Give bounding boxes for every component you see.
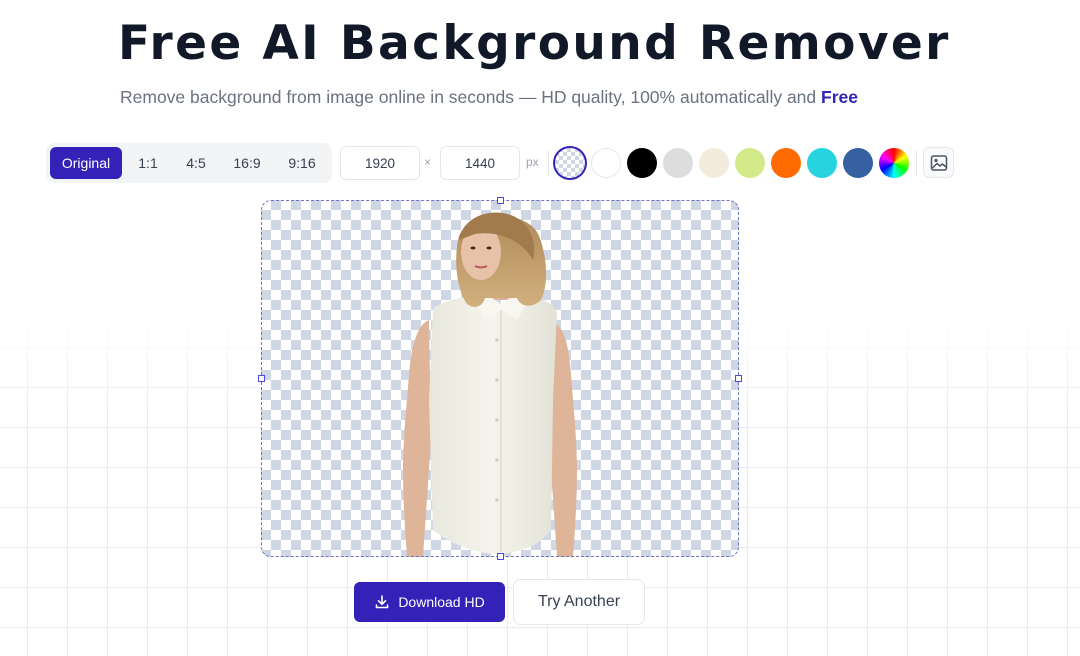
swatch-cyan[interactable] xyxy=(807,148,837,178)
ratio-1-1-button[interactable]: 1:1 xyxy=(130,147,166,179)
page-title: Free AI Background Remover xyxy=(118,16,951,71)
page-subtitle: Remove background from image online in s… xyxy=(120,86,1020,108)
dimension-separator: × xyxy=(424,155,432,169)
download-icon xyxy=(376,595,389,609)
aspect-ratio-selector: Original 1:1 4:5 16:9 9:16 xyxy=(46,143,332,183)
crop-handle-bottom[interactable] xyxy=(497,553,504,560)
swatch-orange[interactable] xyxy=(771,148,801,178)
preview-canvas[interactable] xyxy=(261,200,739,557)
crop-handle-left[interactable] xyxy=(258,375,265,382)
swatch-black[interactable] xyxy=(627,148,657,178)
subtitle-free-highlight: Free xyxy=(821,87,858,107)
image-icon xyxy=(930,154,947,171)
width-input[interactable] xyxy=(340,146,420,180)
crop-handle-right[interactable] xyxy=(735,375,742,382)
toolbar-divider xyxy=(916,150,917,176)
swatch-white[interactable] xyxy=(591,148,621,178)
subject-cutout-image xyxy=(403,212,577,557)
swatch-blue[interactable] xyxy=(843,148,873,178)
download-hd-label: Download HD xyxy=(398,594,485,610)
subtitle-text: Remove background from image online in s… xyxy=(120,87,817,107)
try-another-label: Try Another xyxy=(537,593,621,610)
try-another-button[interactable]: Try Another xyxy=(513,579,645,625)
ratio-4-5-button[interactable]: 4:5 xyxy=(176,147,216,179)
unit-label: px xyxy=(526,155,539,169)
swatch-light-gray[interactable] xyxy=(663,148,693,178)
swatch-cream[interactable] xyxy=(699,148,729,178)
height-input[interactable] xyxy=(440,146,520,180)
upload-background-image-button[interactable] xyxy=(923,147,954,178)
toolbar-divider xyxy=(548,150,549,176)
swatch-transparent[interactable] xyxy=(555,148,585,178)
swatch-lime[interactable] xyxy=(735,148,765,178)
ratio-9-16-button[interactable]: 9:16 xyxy=(280,147,324,179)
ratio-original-button[interactable]: Original xyxy=(50,147,122,179)
crop-handle-top[interactable] xyxy=(497,197,504,204)
download-hd-button[interactable]: Download HD xyxy=(354,582,505,622)
ratio-16-9-button[interactable]: 16:9 xyxy=(226,147,268,179)
swatch-custom[interactable] xyxy=(879,148,909,178)
